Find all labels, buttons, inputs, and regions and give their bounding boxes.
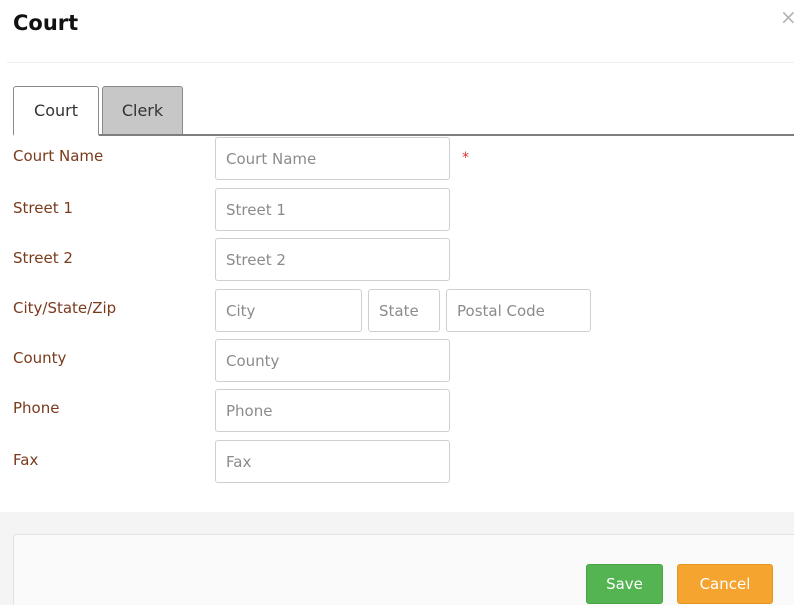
close-icon[interactable]: × <box>780 6 794 28</box>
court-name-label: Court Name <box>13 147 104 165</box>
save-button[interactable]: Save <box>586 564 663 604</box>
cancel-button[interactable]: Cancel <box>677 564 773 604</box>
city-input[interactable] <box>215 289 362 332</box>
state-input[interactable] <box>368 289 440 332</box>
county-input[interactable] <box>215 339 450 382</box>
tab-clerk[interactable]: Clerk <box>102 86 183 134</box>
city-state-zip-label: City/State/Zip <box>13 299 117 317</box>
tab-court[interactable]: Court <box>13 86 99 136</box>
street1-input[interactable] <box>215 188 450 231</box>
postal-code-input[interactable] <box>446 289 591 332</box>
fax-input[interactable] <box>215 440 450 483</box>
street2-input[interactable] <box>215 238 450 281</box>
dialog-title: Court <box>13 11 79 35</box>
required-marker: * <box>462 150 469 166</box>
phone-label: Phone <box>13 399 60 417</box>
county-label: County <box>13 349 67 367</box>
header-divider <box>7 62 794 63</box>
court-name-input[interactable] <box>215 137 450 180</box>
street2-label: Street 2 <box>13 249 73 267</box>
court-dialog: Court × Court Clerk Court Name * Street … <box>0 0 794 605</box>
tab-strip-border <box>13 134 794 136</box>
fax-label: Fax <box>13 451 39 469</box>
street1-label: Street 1 <box>13 199 73 217</box>
phone-input[interactable] <box>215 389 450 432</box>
